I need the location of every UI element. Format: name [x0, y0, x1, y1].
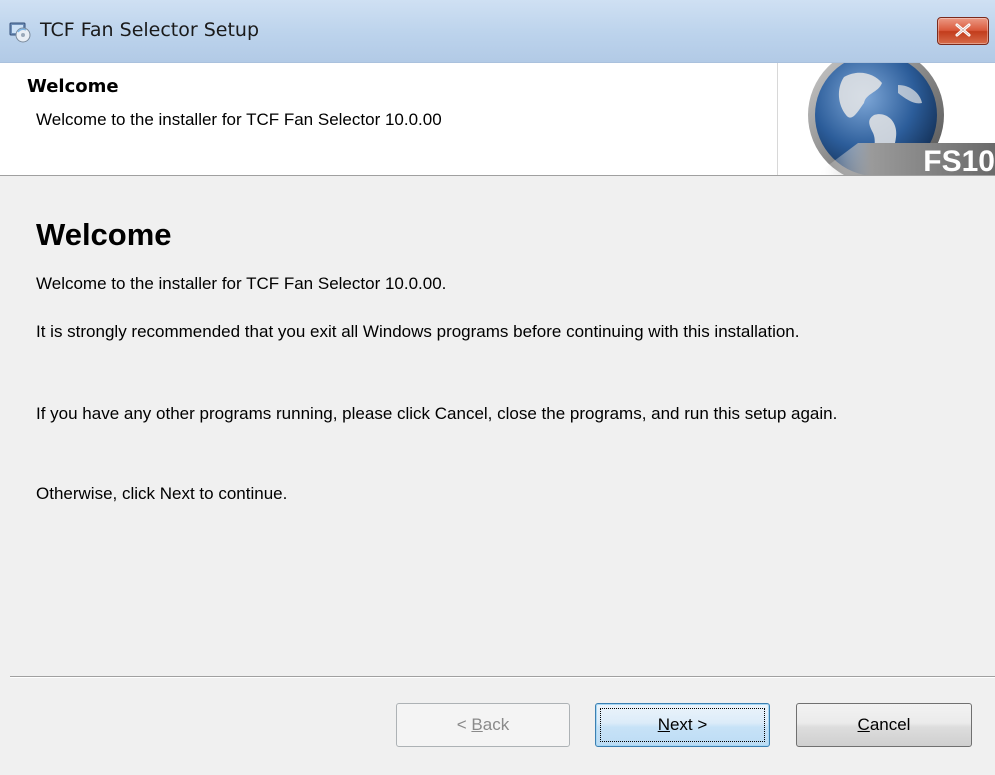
back-button-accel: B	[471, 715, 483, 734]
cancel-instructions-paragraph: If you have any other programs running, …	[36, 404, 838, 423]
wizard-header: Welcome Welcome to the installer for TCF…	[0, 63, 995, 176]
next-button-accel: N	[657, 715, 670, 734]
setup-window: TCF Fan Selector Setup Welcome Welcome t…	[0, 0, 995, 775]
header-subtitle: Welcome to the installer for TCF Fan Sel…	[36, 110, 442, 129]
globe-logo: FS10	[777, 63, 995, 175]
next-button[interactable]: Next >	[595, 703, 770, 747]
wizard-body: Welcome Welcome to the installer for TCF…	[10, 176, 995, 676]
close-icon	[955, 23, 971, 37]
header-title: Welcome	[27, 76, 119, 97]
installer-disc-icon	[8, 19, 32, 43]
cancel-button-accel: C	[857, 715, 870, 734]
next-button-label-post: ext >	[669, 715, 708, 734]
back-button-label-pre: <	[456, 715, 472, 734]
cancel-button[interactable]: Cancel	[796, 703, 972, 747]
footer-separator	[10, 676, 995, 678]
logo-text: FS10	[923, 145, 995, 175]
welcome-paragraph: Welcome to the installer for TCF Fan Sel…	[36, 274, 447, 293]
back-button-label-post: ack	[482, 715, 510, 734]
window-title: TCF Fan Selector Setup	[40, 19, 260, 41]
back-button[interactable]: < Back	[396, 703, 570, 747]
title-bar[interactable]: TCF Fan Selector Setup	[0, 0, 995, 63]
recommendation-paragraph: It is strongly recommended that you exit…	[36, 322, 800, 341]
close-button[interactable]	[937, 17, 989, 45]
continue-instructions-paragraph: Otherwise, click Next to continue.	[36, 484, 288, 503]
welcome-heading: Welcome	[36, 217, 172, 252]
cancel-button-label-post: ancel	[869, 715, 911, 734]
